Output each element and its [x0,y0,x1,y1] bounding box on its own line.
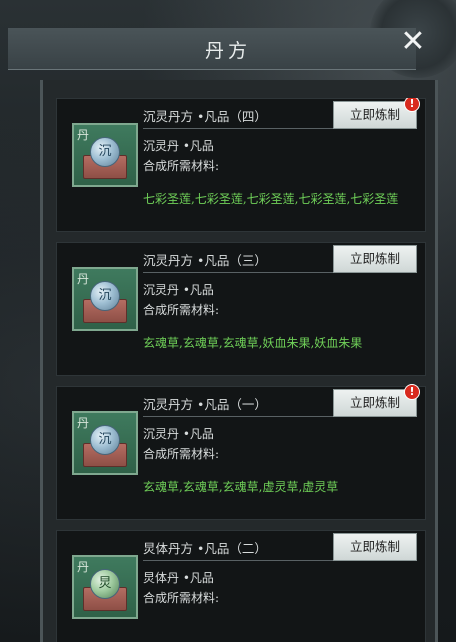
materials-label: 合成所需材料: [143,303,220,317]
materials-list: 玄魂草,玄魂草,玄魂草,妖血朱果,妖血朱果 [143,336,363,350]
pill-name: 沉灵丹 •凡品 [143,427,214,441]
craft-now-label: 立即炼制 [349,251,400,266]
pill-orb-icon: 炅 [90,569,120,599]
craft-now-button[interactable]: 立即炼制 [333,245,417,273]
materials-label: 合成所需材料: [143,159,220,173]
pill-orb-icon: 沉 [90,425,120,455]
recipe-list[interactable]: 丹 沉 沉灵丹方 •凡品（四） 立即炼制 ! 沉灵丹 •凡品 合成所需材料: 七… [56,98,426,642]
recipe-title: 沉灵丹方 •凡品（三） [143,253,267,268]
craft-now-label: 立即炼制 [349,395,400,410]
recipe-icon-tag: 丹 [77,560,90,574]
page-title: 丹方 [204,40,251,62]
recipe-card: 丹 沉 沉灵丹方 •凡品（一） 立即炼制 ! 沉灵丹 •凡品 合成所需材料: 玄… [56,384,426,520]
pill-name: 炅体丹 •凡品 [143,571,214,585]
pill-recipe-icon[interactable]: 丹 炅 [72,555,138,619]
pill-name: 沉灵丹 •凡品 [143,283,214,297]
materials-list: 七彩圣莲,七彩圣莲,七彩圣莲,七彩圣莲,七彩圣莲 [143,192,399,206]
alert-badge-icon: ! [404,384,420,400]
recipe-card: 丹 炅 炅体丹方 •凡品（二） 立即炼制 炅体丹 •凡品 合成所需材料: [56,530,426,642]
alert-badge-icon: ! [404,98,420,112]
recipe-icon-tag: 丹 [77,272,90,286]
materials-list: 玄魂草,玄魂草,玄魂草,虚灵草,虚灵草 [143,480,339,494]
materials-label: 合成所需材料: [143,447,220,461]
pill-orb-icon: 沉 [90,281,120,311]
pill-recipe-icon[interactable]: 丹 沉 [72,267,138,331]
pill-recipe-icon[interactable]: 丹 沉 [72,411,138,475]
materials-label: 合成所需材料: [143,591,220,605]
recipe-card: 丹 沉 沉灵丹方 •凡品（三） 立即炼制 沉灵丹 •凡品 合成所需材料: 玄魂草… [56,242,426,376]
recipe-icon-tag: 丹 [77,416,90,430]
recipe-title: 沉灵丹方 •凡品（四） [143,109,267,124]
craft-now-label: 立即炼制 [349,107,400,122]
recipe-title: 炅体丹方 •凡品（二） [143,541,267,556]
pill-recipe-icon[interactable]: 丹 沉 [72,123,138,187]
craft-now-button[interactable]: 立即炼制 ! [333,384,420,417]
craft-now-button[interactable]: 立即炼制 ! [333,98,420,129]
pill-orb-icon: 沉 [90,137,120,167]
recipe-card: 丹 沉 沉灵丹方 •凡品（四） 立即炼制 ! 沉灵丹 •凡品 合成所需材料: 七… [56,98,426,232]
recipe-icon-tag: 丹 [77,128,90,142]
craft-now-button[interactable]: 立即炼制 [333,533,417,561]
craft-now-label: 立即炼制 [349,539,400,554]
recipe-title: 沉灵丹方 •凡品（一） [143,397,267,412]
close-button[interactable]: ✕ [398,27,428,57]
pill-name: 沉灵丹 •凡品 [143,139,214,153]
